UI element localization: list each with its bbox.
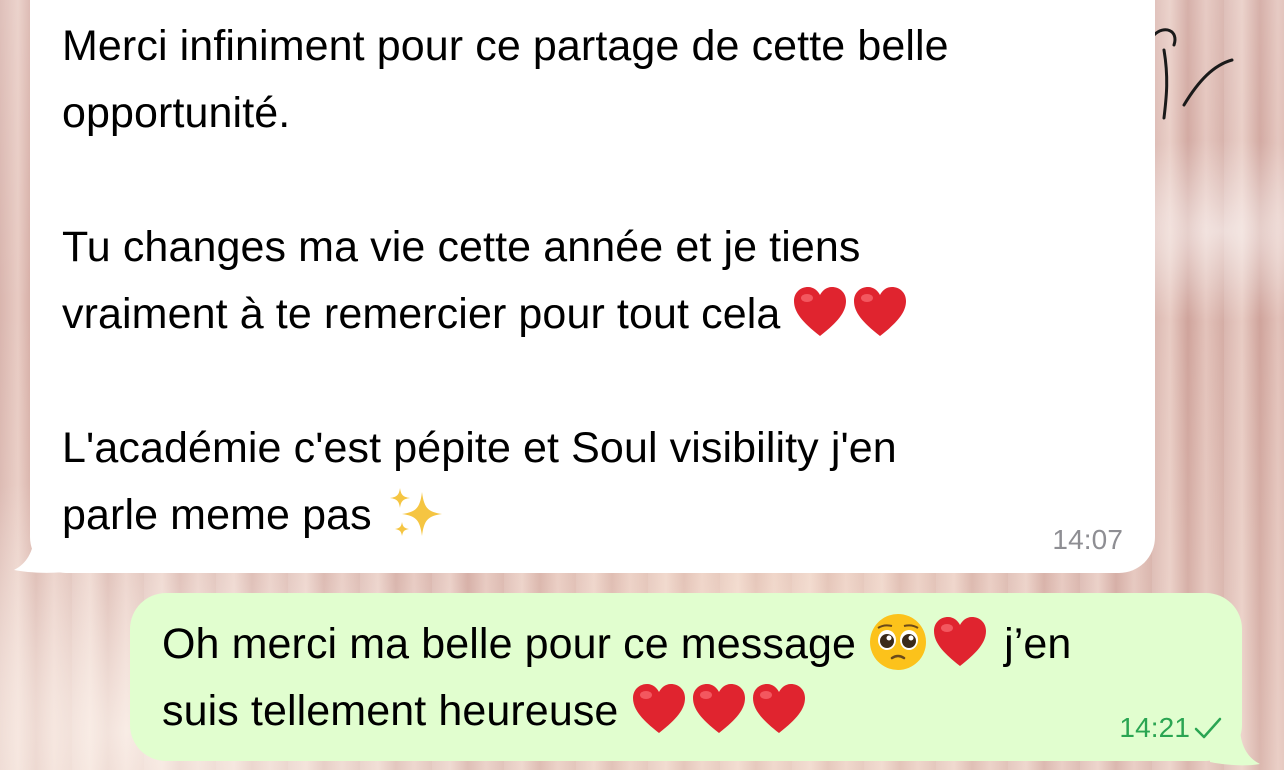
message-text: j’en	[1004, 620, 1072, 668]
message-line: Merci infiniment pour ce partage de cett…	[62, 22, 949, 70]
message-paragraph: L'académie c'est pépite et Soul visibili…	[62, 415, 1115, 549]
message-line: Tu changes ma vie cette année et je tien…	[62, 223, 861, 271]
message-timestamp: 14:21	[1119, 712, 1190, 743]
message-paragraph: Tu changes ma vie cette année et je tien…	[62, 214, 1115, 348]
message-timestamp-status: 14:21	[1119, 711, 1224, 745]
message-text: suis tellement heureuse	[162, 687, 619, 735]
incoming-message-bubble[interactable]: Merci infiniment pour ce partage de cett…	[30, 0, 1155, 573]
red-heart-icon	[794, 286, 847, 336]
message-line: suis tellement heureuse	[162, 678, 1202, 745]
single-check-icon	[1194, 717, 1222, 739]
red-heart-icon	[692, 683, 745, 733]
red-heart-icon	[854, 286, 907, 336]
pleading-face-icon	[870, 613, 927, 670]
message-timestamp: 14:07	[1052, 524, 1123, 555]
outgoing-message-bubble[interactable]: Oh merci ma belle pour ce message j’en s…	[130, 593, 1242, 761]
message-line: L'académie c'est pépite et Soul visibili…	[62, 424, 897, 472]
wallpaper-decoration	[1152, 28, 1234, 120]
message-line: Oh merci ma belle pour ce message j’en	[162, 611, 1202, 678]
red-heart-icon	[934, 616, 987, 666]
message-line: vraiment à te remercier pour tout cela	[62, 290, 781, 338]
red-heart-icon	[632, 683, 685, 733]
message-line: parle meme pas	[62, 491, 372, 539]
message-line: opportunité.	[62, 89, 291, 137]
message-paragraph: Merci infiniment pour ce partage de cett…	[62, 13, 1115, 147]
sparkles-icon	[389, 487, 442, 536]
message-text: Oh merci ma belle pour ce message	[162, 620, 856, 668]
red-heart-icon	[752, 683, 805, 733]
